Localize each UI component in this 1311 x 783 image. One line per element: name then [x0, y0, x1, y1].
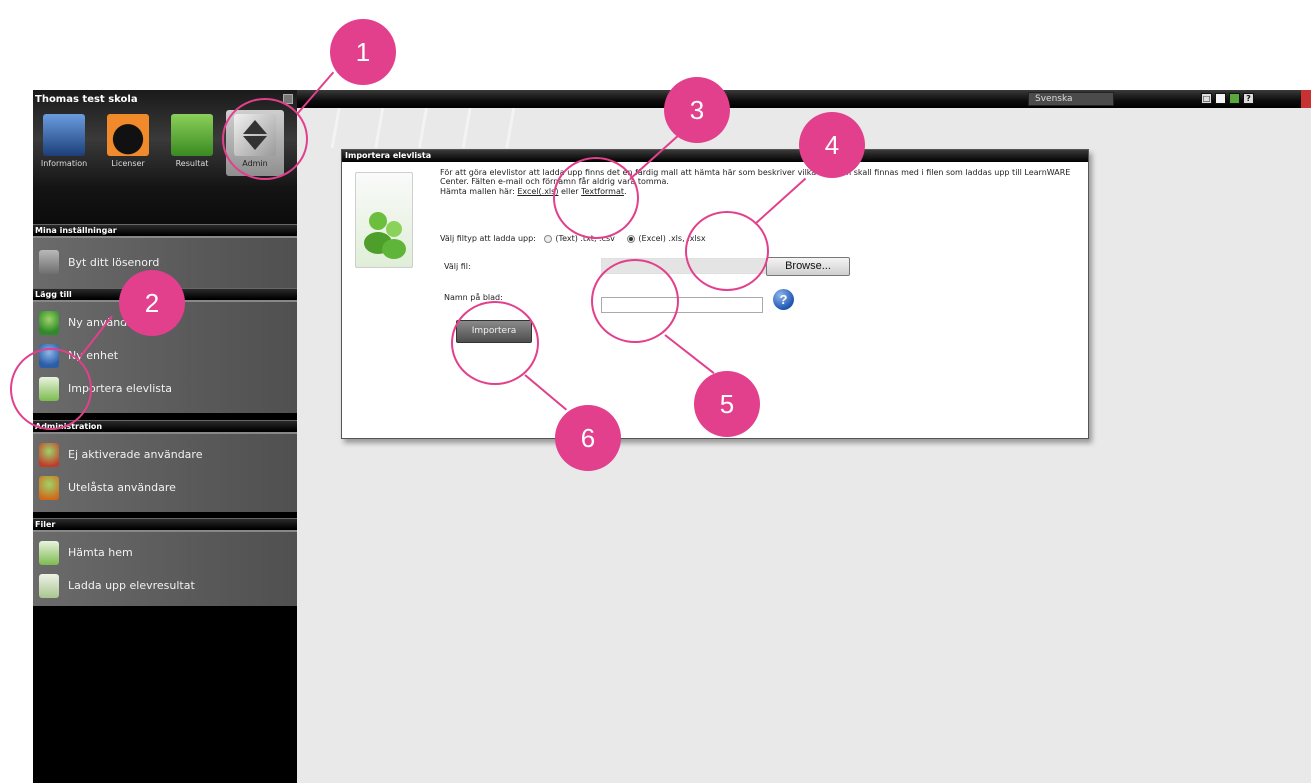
- tile-label: Resultat: [175, 159, 209, 168]
- filetype-text-radio[interactable]: [544, 234, 553, 243]
- import-list-icon: [355, 172, 413, 268]
- language-select[interactable]: Svenska: [1028, 92, 1114, 106]
- menu-item-download[interactable]: Hämta hem: [33, 536, 297, 569]
- template-line: Hämta mallen här: Excel(.xls) eller Text…: [440, 187, 627, 196]
- section-title: Mina inställningar: [33, 224, 297, 235]
- highlight-ring: [10, 348, 92, 430]
- callout-3: 3: [664, 77, 730, 143]
- callout-1: 1: [330, 19, 396, 85]
- school-name: Thomas test skola: [35, 94, 138, 105]
- section-title: Filer: [33, 518, 297, 529]
- green-tile-icon[interactable]: [1229, 93, 1240, 104]
- help-icon[interactable]: ?: [1243, 93, 1254, 104]
- tile-label: Licenser: [111, 159, 145, 168]
- panel-description: För att göra elevlistor att ladda upp fi…: [440, 168, 1080, 196]
- callout-2: 2: [119, 270, 185, 336]
- callout-6: 6: [555, 405, 621, 471]
- section-filer: Hämta hem Ladda upp elevresultat: [33, 530, 297, 606]
- file-label: Välj fil:: [444, 262, 471, 271]
- callout-4: 4: [799, 112, 865, 178]
- filetype-excel-radio[interactable]: [627, 234, 636, 243]
- section-administration: Ej aktiverade användare Utelåsta använda…: [33, 432, 297, 512]
- browse-button[interactable]: Browse...: [766, 257, 850, 276]
- filetype-label: Välj filtyp att ladda upp:: [440, 234, 536, 243]
- upload-results-icon: [39, 573, 59, 598]
- highlight-ring: [553, 157, 639, 239]
- highlight-ring: [451, 301, 539, 385]
- menu-item-locked-users[interactable]: Utelåsta användare: [33, 471, 297, 504]
- filetype-row: Välj filtyp att ladda upp: (Text) .txt, …: [440, 234, 706, 243]
- sidebar: Thomas test skola Information Licenser R…: [33, 90, 297, 783]
- download-icon: [39, 540, 59, 565]
- menu-item-label: Hämta hem: [68, 546, 133, 559]
- template-prefix: Hämta mallen här:: [440, 187, 515, 196]
- menu-item-label: Ej aktiverade användare: [68, 448, 203, 461]
- header-decoration: [297, 108, 527, 148]
- tile-resultat[interactable]: Resultat: [163, 110, 221, 176]
- close-icon[interactable]: [1301, 90, 1311, 108]
- locked-user-icon: [39, 475, 59, 500]
- results-icon: [171, 114, 213, 156]
- top-bar: Svenska □ ?: [296, 90, 1311, 108]
- highlight-ring: [222, 98, 308, 180]
- menu-item-label: Byt ditt lösenord: [68, 255, 160, 269]
- copy-icon[interactable]: [1215, 93, 1226, 104]
- lock-icon: [39, 250, 59, 274]
- help-icon[interactable]: ?: [773, 289, 794, 310]
- callout-5: 5: [694, 371, 760, 437]
- menu-item-upload-results[interactable]: Ladda upp elevresultat: [33, 569, 297, 602]
- tile-information[interactable]: Information: [35, 110, 93, 176]
- screen: Svenska □ ? Thomas test skola Informatio…: [0, 0, 1311, 783]
- add-user-icon: [39, 310, 59, 335]
- highlight-ring: [591, 259, 679, 343]
- menu-item-label: Ladda upp elevresultat: [68, 579, 195, 592]
- menu-item-inactive-users[interactable]: Ej aktiverade användare: [33, 438, 297, 471]
- panel-title: Importera elevlista: [342, 150, 1088, 162]
- tile-label: Information: [40, 159, 88, 168]
- information-icon: [43, 114, 85, 156]
- description-text: För att göra elevlistor att ladda upp fi…: [440, 168, 1071, 186]
- license-icon: [107, 114, 149, 156]
- tile-licenser[interactable]: Licenser: [99, 110, 157, 176]
- window-icon[interactable]: □: [1201, 93, 1212, 104]
- inactive-user-icon: [39, 442, 59, 467]
- menu-item-label: Utelåsta användare: [68, 481, 176, 494]
